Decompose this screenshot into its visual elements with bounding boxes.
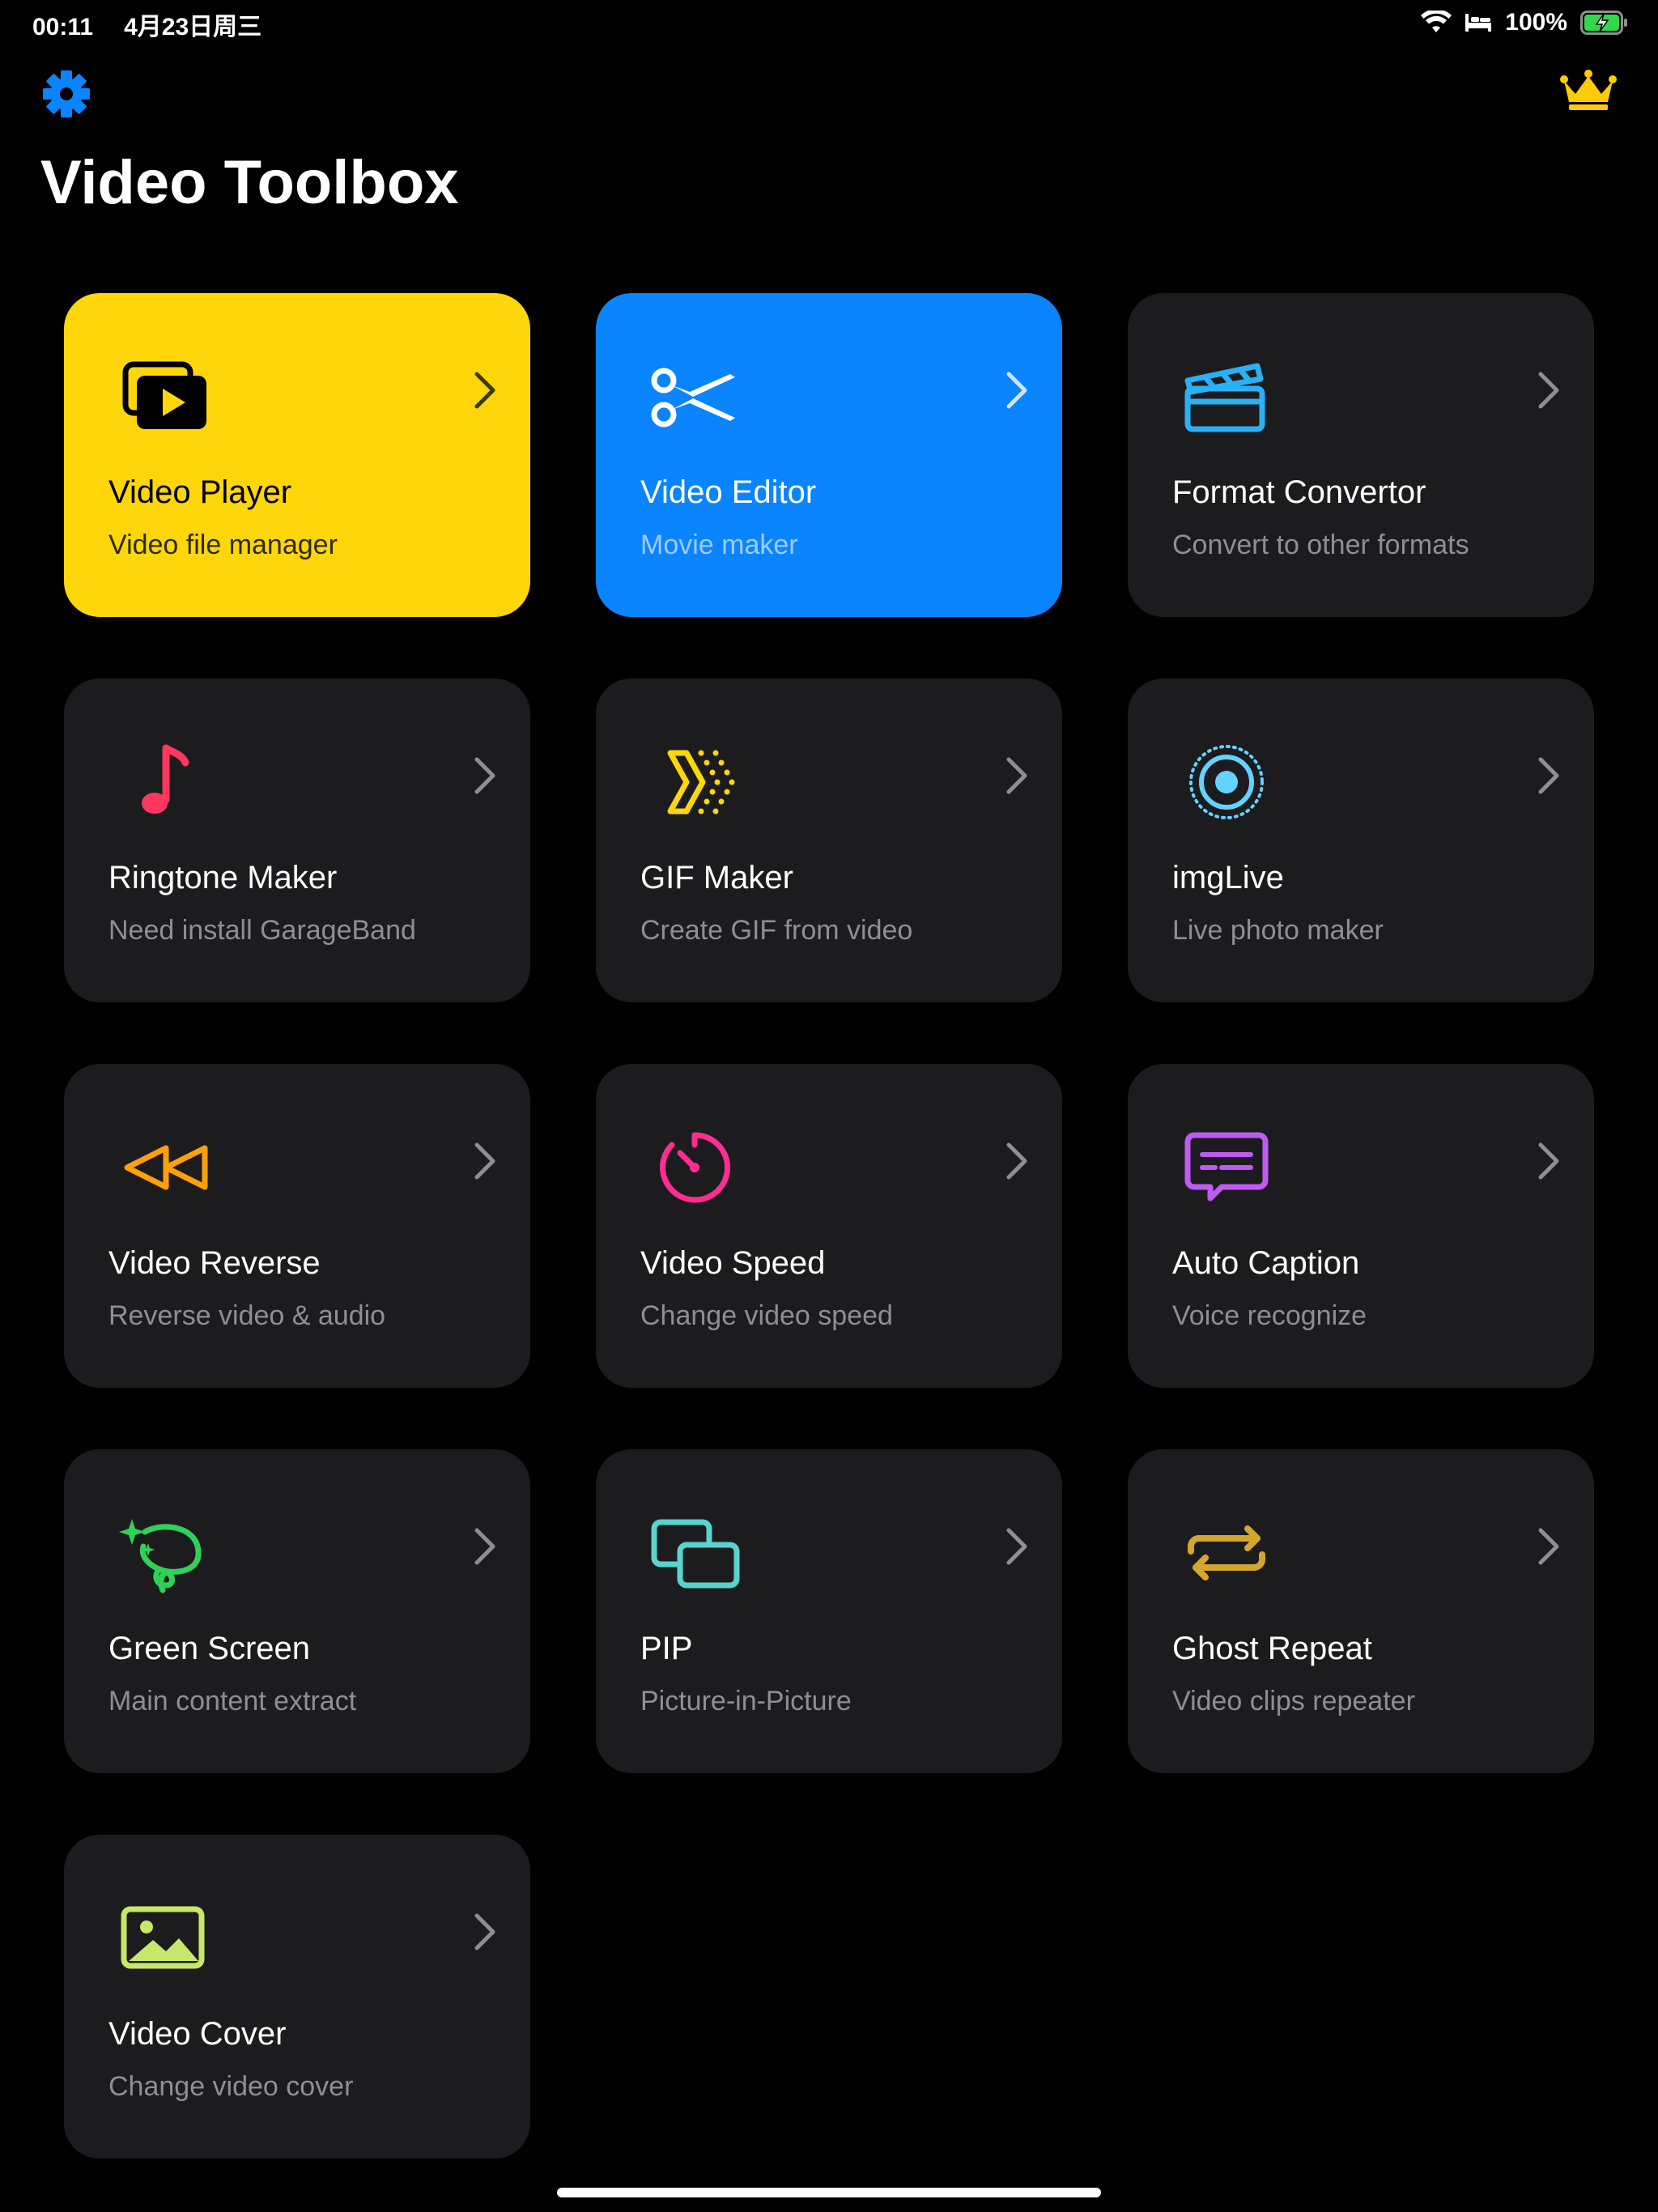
- tool-card-auto-caption[interactable]: Auto Caption Voice recognize: [1128, 1064, 1594, 1388]
- battery-charging-icon: [1580, 11, 1629, 35]
- chevron-right-icon: [1001, 1138, 1033, 1184]
- tool-title: Ringtone Maker: [108, 860, 338, 895]
- pip-icon: [644, 1501, 745, 1602]
- chevron-right-icon: [469, 1138, 501, 1184]
- tool-card-green-screen[interactable]: Green Screen Main content extract: [64, 1449, 530, 1773]
- gear-icon: [43, 70, 90, 117]
- status-time-date: 00:11 4月23日周三: [32, 6, 261, 42]
- tool-title: Video Reverse: [108, 1245, 321, 1281]
- rewind-icon: [113, 1116, 213, 1216]
- settings-button[interactable]: [40, 68, 92, 120]
- tool-title: Video Cover: [108, 2016, 287, 2052]
- chevron-right-icon: [1001, 753, 1033, 798]
- chevron-right-icon: [1001, 1524, 1033, 1569]
- tool-subtitle: Change video cover: [108, 2071, 354, 2102]
- tool-subtitle: Picture-in-Picture: [640, 1686, 852, 1716]
- chevron-right-icon: [1533, 753, 1565, 798]
- chevron-right-icon: [1533, 1524, 1565, 1569]
- tool-title: PIP: [640, 1631, 693, 1666]
- tool-card-video-reverse[interactable]: Video Reverse Reverse video & audio: [64, 1064, 530, 1388]
- tool-title: Green Screen: [108, 1631, 311, 1666]
- chevron-right-icon: [1533, 368, 1565, 413]
- status-bar: 00:11 4月23日周三 100%: [0, 0, 1658, 45]
- chevron-right-icon: [1001, 368, 1033, 413]
- premium-button[interactable]: [1559, 68, 1618, 113]
- tool-card-video-cover[interactable]: Video Cover Change video cover: [64, 1835, 530, 2159]
- tool-title: imgLive: [1172, 860, 1284, 895]
- clapperboard-icon: [1176, 345, 1277, 445]
- tool-card-pip[interactable]: PIP Picture-in-Picture: [596, 1449, 1062, 1773]
- tool-title: GIF Maker: [640, 860, 793, 895]
- live-photo-icon: [1176, 730, 1277, 831]
- tool-card-format-convertor[interactable]: Format Convertor Convert to other format…: [1128, 293, 1594, 617]
- caption-bubble-icon: [1176, 1116, 1277, 1216]
- home-indicator[interactable]: [557, 2188, 1101, 2197]
- tool-title: Video Player: [108, 474, 292, 510]
- tool-card-video-editor[interactable]: Video Editor Movie maker: [596, 293, 1062, 617]
- tool-subtitle: Main content extract: [108, 1686, 357, 1716]
- tool-card-imglive[interactable]: imgLive Live photo maker: [1128, 678, 1594, 1002]
- tool-subtitle: Change video speed: [640, 1300, 893, 1331]
- tool-title: Ghost Repeat: [1172, 1631, 1372, 1666]
- status-date: 4月23日周三: [124, 14, 262, 40]
- wifi-icon: [1421, 11, 1452, 35]
- tool-subtitle: Reverse video & audio: [108, 1300, 386, 1331]
- chevron-right-icon: [469, 1524, 501, 1569]
- tool-card-ringtone-maker[interactable]: Ringtone Maker Need install GarageBand: [64, 678, 530, 1002]
- tool-subtitle: Live photo maker: [1172, 915, 1384, 946]
- tool-subtitle: Movie maker: [640, 530, 798, 560]
- tool-card-video-player[interactable]: Video Player Video file manager: [64, 293, 530, 617]
- chevron-right-icon: [469, 753, 501, 798]
- tool-subtitle: Convert to other formats: [1172, 530, 1469, 560]
- tool-card-video-speed[interactable]: Video Speed Change video speed: [596, 1064, 1062, 1388]
- tool-title: Video Editor: [640, 474, 817, 510]
- scissors-icon: [644, 345, 745, 445]
- tool-subtitle: Video file manager: [108, 530, 338, 560]
- repeat-icon: [1176, 1501, 1277, 1602]
- page-title: Video Toolbox: [40, 148, 459, 217]
- battery-percent: 100%: [1505, 9, 1567, 36]
- tool-card-gif-maker[interactable]: GIF Maker Create GIF from video: [596, 678, 1062, 1002]
- gif-diamond-icon: [644, 730, 745, 831]
- tool-card-ghost-repeat[interactable]: Ghost Repeat Video clips repeater: [1128, 1449, 1594, 1773]
- tool-title: Format Convertor: [1172, 474, 1426, 510]
- music-note-icon: [113, 730, 213, 831]
- tool-subtitle: Need install GarageBand: [108, 915, 416, 946]
- video-files-icon: [113, 345, 213, 445]
- chevron-right-icon: [1533, 1138, 1565, 1184]
- chevron-right-icon: [469, 368, 501, 413]
- lasso-sparkles-icon: [113, 1501, 213, 1602]
- tool-subtitle: Voice recognize: [1172, 1300, 1367, 1331]
- crown-icon: [1560, 70, 1617, 110]
- timer-icon: [644, 1116, 745, 1216]
- tool-subtitle: Create GIF from video: [640, 915, 913, 946]
- status-indicators: 100%: [1421, 6, 1629, 39]
- photo-icon: [113, 1887, 213, 1987]
- tools-grid: Video Player Video file manager Video Ed…: [64, 293, 1595, 2159]
- status-time: 00:11: [32, 14, 94, 40]
- chevron-right-icon: [469, 1909, 501, 1955]
- bed-icon: [1465, 12, 1492, 33]
- tool-subtitle: Video clips repeater: [1172, 1686, 1415, 1716]
- tool-title: Video Speed: [640, 1245, 826, 1281]
- tool-title: Auto Caption: [1172, 1245, 1360, 1281]
